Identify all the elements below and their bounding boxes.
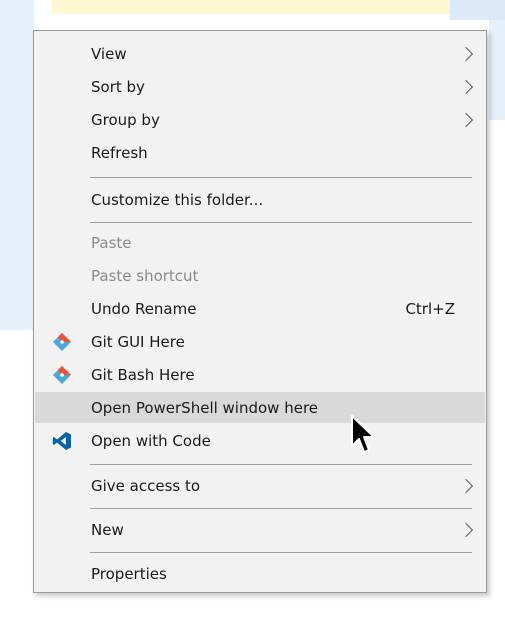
menu-item-undo-rename[interactable]: Undo Rename Ctrl+Z — [35, 293, 485, 324]
mouse-pointer-icon — [351, 415, 375, 453]
menu-item-label: New — [91, 520, 124, 539]
menu-item-label: Paste — [91, 233, 132, 252]
menu-item-label: Paste shortcut — [91, 266, 199, 285]
menu-separator — [90, 552, 472, 553]
menu-separator — [90, 464, 472, 465]
menu-item-label: Customize this folder... — [91, 190, 264, 209]
menu-item-git-gui[interactable]: Git GUI Here — [35, 326, 485, 357]
menu-item-open-with-code[interactable]: Open with Code — [35, 425, 485, 456]
background-navigation-pane — [0, 0, 34, 330]
menu-item-paste: Paste — [35, 227, 485, 258]
menu-item-label: View — [91, 44, 127, 63]
menu-item-label: Git Bash Here — [91, 365, 195, 384]
chevron-right-icon — [458, 79, 474, 94]
background-right-pane — [489, 20, 505, 120]
menu-item-label: Open with Code — [91, 431, 211, 450]
menu-item-label: Refresh — [91, 143, 148, 162]
menu-separator — [90, 508, 472, 509]
menu-item-refresh[interactable]: Refresh — [35, 137, 485, 168]
menu-item-label: Git GUI Here — [91, 332, 185, 351]
git-icon — [53, 365, 71, 384]
git-icon — [53, 332, 71, 351]
menu-item-git-bash[interactable]: Git Bash Here — [35, 359, 485, 390]
context-menu: View Sort by Group by Refresh Customize … — [33, 30, 487, 593]
menu-item-sort-by[interactable]: Sort by — [35, 71, 485, 102]
background-title-strip — [450, 0, 505, 20]
menu-item-customize-folder[interactable]: Customize this folder... — [35, 184, 485, 215]
menu-item-label: Give access to — [91, 476, 201, 495]
menu-item-properties[interactable]: Properties — [35, 558, 485, 589]
menu-item-label: Sort by — [91, 77, 145, 96]
menu-item-give-access[interactable]: Give access to — [35, 470, 485, 501]
menu-item-group-by[interactable]: Group by — [35, 104, 485, 135]
chevron-right-icon — [458, 478, 474, 493]
menu-item-paste-shortcut: Paste shortcut — [35, 260, 485, 291]
menu-item-open-powershell[interactable]: Open PowerShell window here — [35, 392, 485, 423]
menu-item-label: Undo Rename — [91, 299, 197, 318]
menu-item-view[interactable]: View — [35, 38, 485, 69]
menu-separator — [90, 177, 472, 178]
menu-separator — [90, 222, 472, 223]
menu-item-label: Properties — [91, 564, 167, 583]
menu-item-label: Group by — [91, 110, 160, 129]
chevron-right-icon — [458, 112, 474, 127]
menu-item-new[interactable]: New — [35, 514, 485, 545]
vscode-icon — [52, 431, 71, 450]
chevron-right-icon — [458, 46, 474, 61]
chevron-right-icon — [458, 522, 474, 537]
background-toolbar-strip — [52, 0, 450, 14]
menu-item-shortcut: Ctrl+Z — [405, 299, 455, 318]
menu-item-label: Open PowerShell window here — [91, 398, 319, 417]
